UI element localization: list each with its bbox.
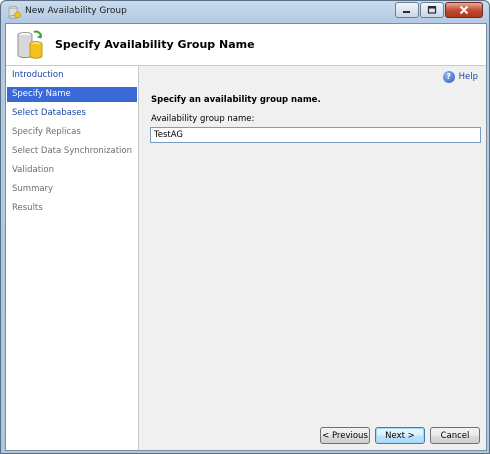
sidebar-item-specify-replicas: Specify Replicas: [12, 127, 81, 137]
sidebar-item-select-databases[interactable]: Select Databases: [7, 106, 137, 121]
close-icon: [459, 5, 469, 15]
cancel-button[interactable]: Cancel: [430, 427, 480, 444]
minimize-icon: [403, 11, 410, 13]
availability-group-name-input[interactable]: [150, 127, 481, 143]
database-cylinders-icon: [14, 29, 46, 61]
maximize-button[interactable]: [420, 2, 444, 18]
sidebar-item-summary: Summary: [12, 184, 54, 194]
app-icon: [7, 5, 21, 19]
sidebar-item-specify-name[interactable]: Specify Name: [7, 87, 137, 102]
wizard-content: ? Help Specify an availability group nam…: [139, 66, 486, 450]
title-bar: New Availability Group: [1, 1, 489, 23]
sidebar-item-results: Results: [12, 203, 43, 213]
minimize-button[interactable]: [395, 2, 419, 18]
help-label: Help: [458, 72, 478, 82]
window-controls: [394, 2, 483, 18]
help-link[interactable]: ? Help: [442, 71, 478, 83]
availability-group-name-label: Availability group name:: [151, 114, 255, 124]
wizard-header: Specify Availability Group Name: [6, 24, 486, 66]
wizard-window: New Availability Group Specify Availabil…: [0, 0, 490, 454]
next-button[interactable]: Next >: [375, 427, 425, 444]
page-title: Specify Availability Group Name: [55, 38, 255, 51]
close-button[interactable]: [445, 2, 483, 18]
window-title: New Availability Group: [25, 6, 127, 16]
sidebar-item-introduction[interactable]: Introduction: [7, 68, 137, 83]
wizard-steps-sidebar: Introduction Specify Name Select Databas…: [6, 66, 139, 450]
sidebar-item-select-data-synchronization: Select Data Synchronization: [12, 146, 133, 156]
sidebar-item-validation: Validation: [12, 165, 54, 175]
help-icon: ?: [442, 71, 455, 83]
maximize-icon: [427, 6, 437, 14]
wizard-client-area: Specify Availability Group Name Introduc…: [5, 23, 487, 451]
previous-button[interactable]: < Previous: [320, 427, 370, 444]
instruction-text: Specify an availability group name.: [151, 95, 321, 105]
